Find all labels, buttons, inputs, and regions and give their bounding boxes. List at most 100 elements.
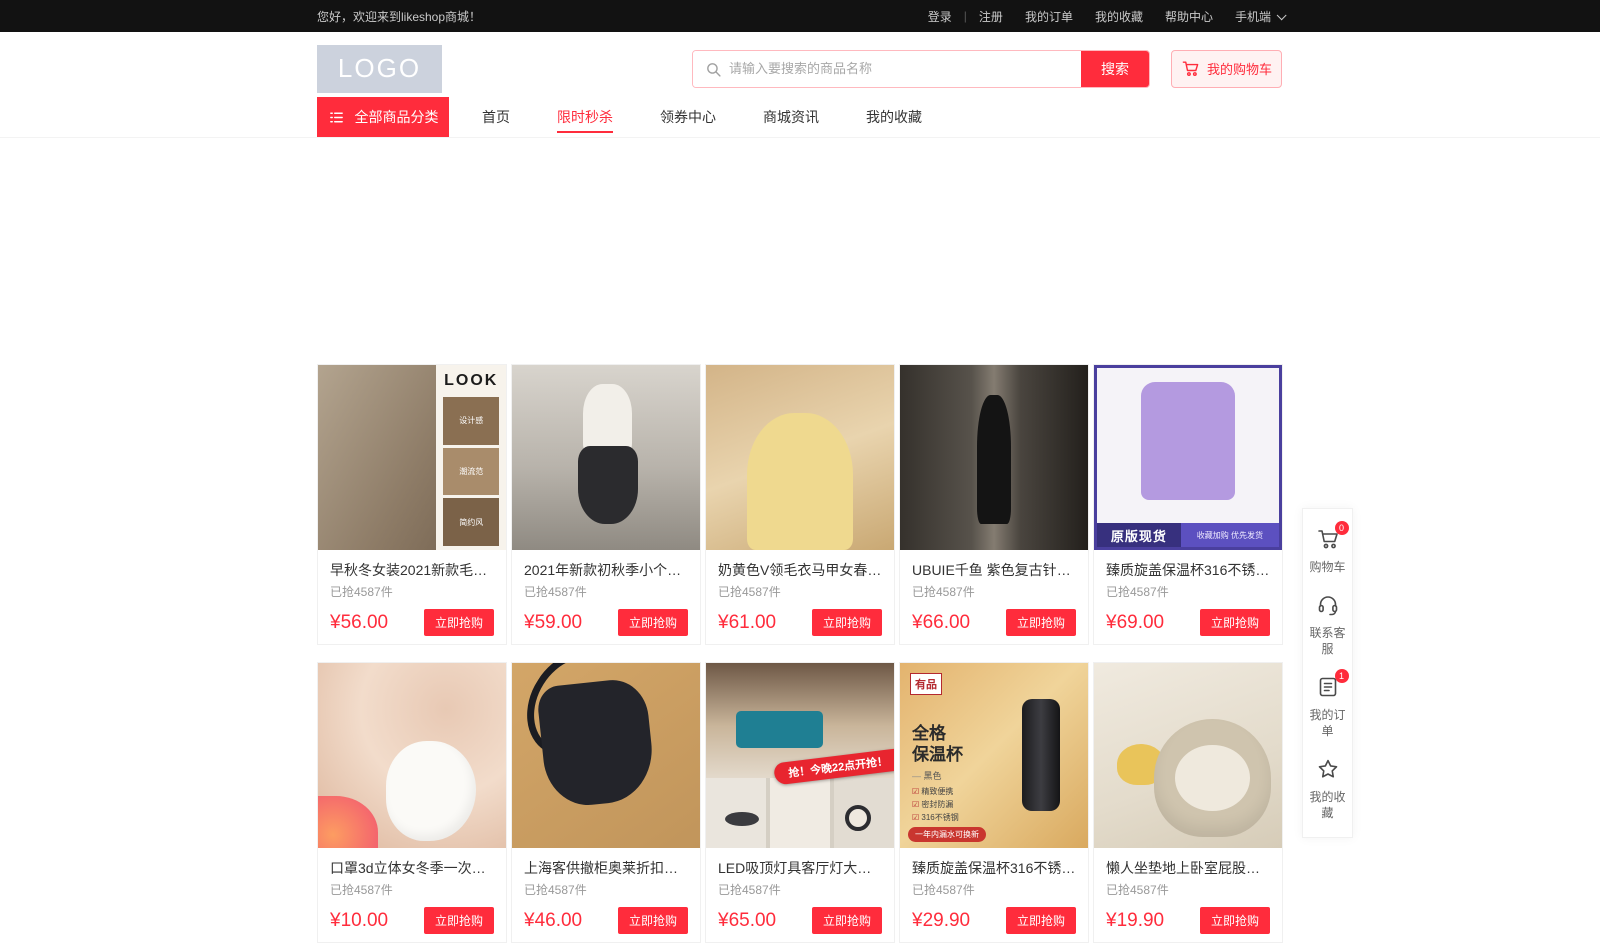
product-price: ¥59.00 xyxy=(524,612,582,634)
brand-badge: 有品 xyxy=(910,673,942,695)
product-sold-count: 已抢4587件 xyxy=(330,881,494,898)
search-button[interactable]: 搜索 xyxy=(1081,51,1149,87)
product-card[interactable]: UBUIE千鱼 紫色复古针织衫马... 已抢4587件 ¥66.00 立即抢购 xyxy=(899,364,1089,645)
my-orders-link[interactable]: 我的订单 xyxy=(1025,8,1073,25)
cart-icon xyxy=(1181,59,1200,78)
product-image: 原版现货 收藏加购 优先发货 xyxy=(1094,365,1282,550)
divider: | xyxy=(964,9,967,23)
look-caption: LOOK xyxy=(436,365,506,394)
nav-tabs: 首页 限时秒杀 领券中心 商城资讯 我的收藏 xyxy=(482,97,922,137)
buy-now-button[interactable]: 立即抢购 xyxy=(1200,907,1270,934)
product-card[interactable]: 口罩3d立体女冬季一次性口罩 已抢4587件 ¥10.00 立即抢购 xyxy=(317,662,507,943)
figure-shape xyxy=(578,446,638,524)
product-image: 抢！今晚22点开抢！ xyxy=(706,663,894,848)
lamp-shape xyxy=(725,812,759,826)
banner-text: 原版现货 xyxy=(1097,523,1181,547)
product-title: 早秋冬女装2021新款毛衣盐系... xyxy=(330,560,494,580)
product-card[interactable]: 抢！今晚22点开抢！ LED吸顶灯具客厅灯大灯主卧... 已抢4587件 ¥65… xyxy=(705,662,895,943)
product-card[interactable]: 2021年新款初秋季小个子马甲... 已抢4587件 ¥59.00 立即抢购 xyxy=(511,364,701,645)
product-sold-count: 已抢4587件 xyxy=(524,881,688,898)
product-sold-count: 已抢4587件 xyxy=(912,583,1076,600)
float-service-item[interactable]: 联系客服 xyxy=(1303,585,1352,667)
all-categories-button[interactable]: 全部商品分类 xyxy=(317,97,449,137)
float-service-label: 联系客服 xyxy=(1309,625,1347,657)
mobile-link[interactable]: 手机端 xyxy=(1235,8,1283,25)
float-cart-label: 购物车 xyxy=(1309,559,1347,575)
product-title: LED吸顶灯具客厅灯大灯主卧... xyxy=(718,858,882,878)
product-image xyxy=(1094,663,1282,848)
float-favorites-label: 我的收藏 xyxy=(1309,789,1347,821)
banner-subtext: 收藏加购 优先发货 xyxy=(1181,523,1279,547)
buy-now-button[interactable]: 立即抢购 xyxy=(1006,907,1076,934)
tab-coupon-center[interactable]: 领券中心 xyxy=(660,97,716,137)
collage-panel: LOOK 设计感 潮流范 简约风 xyxy=(436,365,506,550)
login-link[interactable]: 登录 xyxy=(928,8,952,25)
vest-shape xyxy=(747,413,852,550)
buy-now-button[interactable]: 立即抢购 xyxy=(812,609,882,636)
buy-now-button[interactable]: 立即抢购 xyxy=(424,609,494,636)
product-title: 奶黄色V领毛衣马甲女春秋慵懒... xyxy=(718,560,882,580)
product-image xyxy=(706,365,894,550)
star-icon xyxy=(1316,757,1340,781)
buy-now-button[interactable]: 立即抢购 xyxy=(618,609,688,636)
tab-home[interactable]: 首页 xyxy=(482,97,510,137)
float-orders-item[interactable]: 1 我的订单 xyxy=(1303,667,1352,749)
orders-count-badge: 1 xyxy=(1335,669,1349,683)
feature-list: 精致便携 密封防漏 316不锈钢 xyxy=(912,785,959,824)
product-sold-count: 已抢4587件 xyxy=(718,881,882,898)
search-icon xyxy=(705,61,722,78)
help-center-link[interactable]: 帮助中心 xyxy=(1165,8,1213,25)
image-banner: 原版现货 收藏加购 优先发货 xyxy=(1097,523,1279,547)
search-input[interactable] xyxy=(693,51,1081,87)
product-grid: LOOK 设计感 潮流范 简约风 早秋冬女装2021新款毛衣盐系... 已抢45… xyxy=(317,364,1283,943)
my-favorites-link[interactable]: 我的收藏 xyxy=(1095,8,1143,25)
product-card[interactable]: 有品 全格 保温杯 黑色 精致便携 密封防漏 316不锈钢 一年内漏水可换新 臻… xyxy=(899,662,1089,943)
product-card[interactable]: 奶黄色V领毛衣马甲女春秋慵懒... 已抢4587件 ¥61.00 立即抢购 xyxy=(705,364,895,645)
logo[interactable]: LOGO xyxy=(317,45,442,93)
product-card[interactable]: 上海客供撤柜奥莱折扣店outlets 已抢4587件 ¥46.00 立即抢购 xyxy=(511,662,701,943)
product-card[interactable]: LOOK 设计感 潮流范 简约风 早秋冬女装2021新款毛衣盐系... 已抢45… xyxy=(317,364,507,645)
buy-now-button[interactable]: 立即抢购 xyxy=(618,907,688,934)
tab-my-favorites[interactable]: 我的收藏 xyxy=(866,97,922,137)
product-price: ¥69.00 xyxy=(1106,612,1164,634)
figure-shape xyxy=(977,395,1011,525)
product-title: 懒人坐垫地上卧室屁股垫子办... xyxy=(1106,858,1270,878)
image-tag: 简约风 xyxy=(443,498,499,546)
tab-flash-sale[interactable]: 限时秒杀 xyxy=(557,97,613,137)
product-price: ¥56.00 xyxy=(330,612,388,634)
float-favorites-item[interactable]: 我的收藏 xyxy=(1303,749,1352,831)
buy-now-button[interactable]: 立即抢购 xyxy=(1200,609,1270,636)
my-cart-button[interactable]: 我的购物车 xyxy=(1171,50,1282,88)
image-title: 全格 保温杯 xyxy=(912,723,963,765)
image-tag: 潮流范 xyxy=(443,448,499,496)
buy-now-button[interactable]: 立即抢购 xyxy=(424,907,494,934)
floating-toolbar: 0 购物车 联系客服 1 我的订单 我的收藏 xyxy=(1302,508,1353,838)
top-bar: 您好，欢迎来到likeshop商城！ 登录 | 注册 我的订单 我的收藏 帮助中… xyxy=(0,0,1600,32)
product-image xyxy=(512,365,700,550)
bag-shape xyxy=(536,676,657,809)
chevron-down-icon xyxy=(1277,10,1287,20)
tab-mall-news[interactable]: 商城资讯 xyxy=(763,97,819,137)
welcome-text: 您好，欢迎来到likeshop商城！ xyxy=(317,8,481,25)
header: LOGO 搜索 我的购物车 xyxy=(0,32,1600,97)
product-card[interactable]: 原版现货 收藏加购 优先发货 臻质旋盖保温杯316不锈钢内胆... 已抢4587… xyxy=(1093,364,1283,645)
float-orders-label: 我的订单 xyxy=(1309,707,1347,739)
product-sold-count: 已抢4587件 xyxy=(524,583,688,600)
warranty-badge: 一年内漏水可换新 xyxy=(908,827,986,842)
product-price: ¥19.90 xyxy=(1106,910,1164,932)
register-link[interactable]: 注册 xyxy=(979,8,1003,25)
float-cart-item[interactable]: 0 购物车 xyxy=(1303,519,1352,585)
product-image: LOOK 设计感 潮流范 简约风 xyxy=(318,365,506,550)
sofa-shape xyxy=(736,711,822,748)
buy-now-button[interactable]: 立即抢购 xyxy=(1006,609,1076,636)
product-price: ¥65.00 xyxy=(718,910,776,932)
product-title: 口罩3d立体女冬季一次性口罩 xyxy=(330,858,494,878)
product-image: 有品 全格 保温杯 黑色 精致便携 密封防漏 316不锈钢 一年内漏水可换新 xyxy=(900,663,1088,848)
product-price: ¥61.00 xyxy=(718,612,776,634)
promo-corner xyxy=(318,796,378,848)
product-sold-count: 已抢4587件 xyxy=(330,583,494,600)
buy-now-button[interactable]: 立即抢购 xyxy=(812,907,882,934)
product-title: UBUIE千鱼 紫色复古针织衫马... xyxy=(912,560,1076,580)
topbar-links: 登录 | 注册 我的订单 我的收藏 帮助中心 手机端 xyxy=(928,8,1283,25)
product-card[interactable]: 懒人坐垫地上卧室屁股垫子办... 已抢4587件 ¥19.90 立即抢购 xyxy=(1093,662,1283,943)
